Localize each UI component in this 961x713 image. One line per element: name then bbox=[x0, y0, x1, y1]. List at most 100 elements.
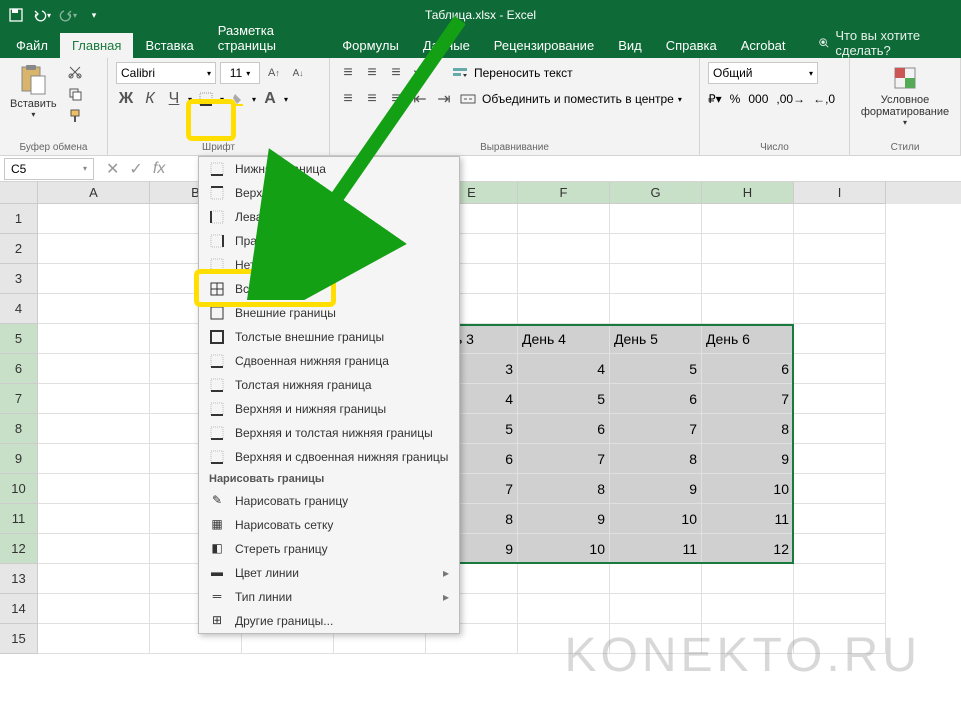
cell-F11[interactable]: 9 bbox=[518, 504, 610, 534]
row-header-13[interactable]: 13 bbox=[0, 564, 38, 594]
cell-A15[interactable] bbox=[38, 624, 150, 654]
conditional-formatting-button[interactable]: Условное форматирование ▾ bbox=[858, 62, 952, 129]
tab-view[interactable]: Вид bbox=[606, 33, 654, 58]
align-bottom-icon[interactable]: ≡ bbox=[386, 63, 406, 83]
dd-border-item-7[interactable]: Толстые внешние границы bbox=[199, 325, 459, 349]
dd-border-item-8[interactable]: Сдвоенная нижняя граница bbox=[199, 349, 459, 373]
row-header-8[interactable]: 8 bbox=[0, 414, 38, 444]
cell-F9[interactable]: 7 bbox=[518, 444, 610, 474]
paste-button[interactable]: Вставить ▾ bbox=[8, 62, 59, 121]
borders-button[interactable] bbox=[196, 89, 216, 109]
cell-H9[interactable]: 9 bbox=[702, 444, 794, 474]
row-header-9[interactable]: 9 bbox=[0, 444, 38, 474]
comma-icon[interactable]: 000 bbox=[748, 92, 768, 106]
col-header-A[interactable]: A bbox=[38, 182, 150, 204]
cell-H8[interactable]: 8 bbox=[702, 414, 794, 444]
dd-border-item-10[interactable]: Верхняя и нижняя границы bbox=[199, 397, 459, 421]
dd-draw-item-0[interactable]: ✎Нарисовать границу bbox=[199, 489, 459, 513]
enter-icon[interactable]: ✓ bbox=[129, 159, 142, 179]
cell-I6[interactable] bbox=[794, 354, 886, 384]
dd-border-item-3[interactable]: Правая граница bbox=[199, 229, 459, 253]
wrap-text-icon[interactable] bbox=[450, 63, 470, 83]
dd-draw-item-3[interactable]: ▬Цвет линии▸ bbox=[199, 561, 459, 585]
cell-I9[interactable] bbox=[794, 444, 886, 474]
cell-G8[interactable]: 7 bbox=[610, 414, 702, 444]
cell-G3[interactable] bbox=[610, 264, 702, 294]
dd-draw-item-1[interactable]: ▦Нарисовать сетку bbox=[199, 513, 459, 537]
spreadsheet-grid[interactable]: ABCDEFGHI123456789101112131415День 1День… bbox=[0, 182, 961, 654]
cell-F1[interactable] bbox=[518, 204, 610, 234]
tab-file[interactable]: Файл bbox=[4, 33, 60, 58]
qat-customize[interactable]: ▾ bbox=[82, 3, 106, 27]
cell-F12[interactable]: 10 bbox=[518, 534, 610, 564]
wrap-text-label[interactable]: Переносить текст bbox=[474, 66, 573, 80]
align-left-icon[interactable]: ≡ bbox=[338, 89, 358, 109]
dd-border-item-9[interactable]: Толстая нижняя граница bbox=[199, 373, 459, 397]
cell-G1[interactable] bbox=[610, 204, 702, 234]
cell-F10[interactable]: 8 bbox=[518, 474, 610, 504]
cell-H11[interactable]: 11 bbox=[702, 504, 794, 534]
cell-G9[interactable]: 8 bbox=[610, 444, 702, 474]
number-format-combo[interactable]: Общий▾ bbox=[708, 62, 818, 84]
row-header-10[interactable]: 10 bbox=[0, 474, 38, 504]
cell-G12[interactable]: 11 bbox=[610, 534, 702, 564]
tab-formulas[interactable]: Формулы bbox=[330, 33, 411, 58]
dd-draw-item-5[interactable]: ⊞Другие границы... bbox=[199, 609, 459, 633]
orientation-icon[interactable]: ⟲ bbox=[410, 63, 430, 83]
dd-draw-item-4[interactable]: ═Тип линии▸ bbox=[199, 585, 459, 609]
cell-A6[interactable] bbox=[38, 354, 150, 384]
cell-A11[interactable] bbox=[38, 504, 150, 534]
align-middle-icon[interactable]: ≡ bbox=[362, 63, 382, 83]
dd-draw-item-2[interactable]: ◧Стереть границу bbox=[199, 537, 459, 561]
cell-G13[interactable] bbox=[610, 564, 702, 594]
undo-button[interactable]: ▾ bbox=[30, 3, 54, 27]
tell-me-search[interactable]: Что вы хотите сделать? bbox=[818, 28, 957, 58]
cell-F14[interactable] bbox=[518, 594, 610, 624]
row-header-15[interactable]: 15 bbox=[0, 624, 38, 654]
italic-button[interactable]: К bbox=[140, 89, 160, 109]
increase-decimal-icon[interactable]: ,00→ bbox=[776, 92, 805, 106]
cell-I11[interactable] bbox=[794, 504, 886, 534]
redo-button[interactable]: ▾ bbox=[56, 3, 80, 27]
underline-button[interactable]: Ч bbox=[164, 89, 184, 109]
cell-I8[interactable] bbox=[794, 414, 886, 444]
row-header-6[interactable]: 6 bbox=[0, 354, 38, 384]
tab-acrobat[interactable]: Acrobat bbox=[729, 33, 798, 58]
cell-H7[interactable]: 7 bbox=[702, 384, 794, 414]
cell-G14[interactable] bbox=[610, 594, 702, 624]
tab-help[interactable]: Справка bbox=[654, 33, 729, 58]
cell-I1[interactable] bbox=[794, 204, 886, 234]
dd-border-item-4[interactable]: Нет границ bbox=[199, 253, 459, 277]
row-header-7[interactable]: 7 bbox=[0, 384, 38, 414]
cell-G11[interactable]: 10 bbox=[610, 504, 702, 534]
cell-F2[interactable] bbox=[518, 234, 610, 264]
cell-I2[interactable] bbox=[794, 234, 886, 264]
cell-A2[interactable] bbox=[38, 234, 150, 264]
format-painter-button[interactable] bbox=[65, 106, 85, 126]
cell-G2[interactable] bbox=[610, 234, 702, 264]
dd-border-item-6[interactable]: Внешние границы bbox=[199, 301, 459, 325]
currency-icon[interactable]: ₽▾ bbox=[708, 92, 722, 106]
tab-insert[interactable]: Вставка bbox=[133, 33, 205, 58]
tab-home[interactable]: Главная bbox=[60, 33, 133, 58]
copy-button[interactable] bbox=[65, 84, 85, 104]
cell-H4[interactable] bbox=[702, 294, 794, 324]
cell-F3[interactable] bbox=[518, 264, 610, 294]
tab-review[interactable]: Рецензирование bbox=[482, 33, 606, 58]
increase-indent-icon[interactable]: ⇥ bbox=[434, 89, 454, 109]
col-header-I[interactable]: I bbox=[794, 182, 886, 204]
cell-F13[interactable] bbox=[518, 564, 610, 594]
dd-border-item-11[interactable]: Верхняя и толстая нижняя границы bbox=[199, 421, 459, 445]
dd-border-item-5[interactable]: Все границы bbox=[199, 277, 459, 301]
cell-A3[interactable] bbox=[38, 264, 150, 294]
cell-H2[interactable] bbox=[702, 234, 794, 264]
cell-F8[interactable]: 6 bbox=[518, 414, 610, 444]
cell-I3[interactable] bbox=[794, 264, 886, 294]
font-size-combo[interactable]: 11▾ bbox=[220, 62, 260, 84]
align-top-icon[interactable]: ≡ bbox=[338, 63, 358, 83]
tab-data[interactable]: Данные bbox=[411, 33, 482, 58]
cell-H6[interactable]: 6 bbox=[702, 354, 794, 384]
cell-A9[interactable] bbox=[38, 444, 150, 474]
align-right-icon[interactable]: ≡ bbox=[386, 89, 406, 109]
cell-I10[interactable] bbox=[794, 474, 886, 504]
